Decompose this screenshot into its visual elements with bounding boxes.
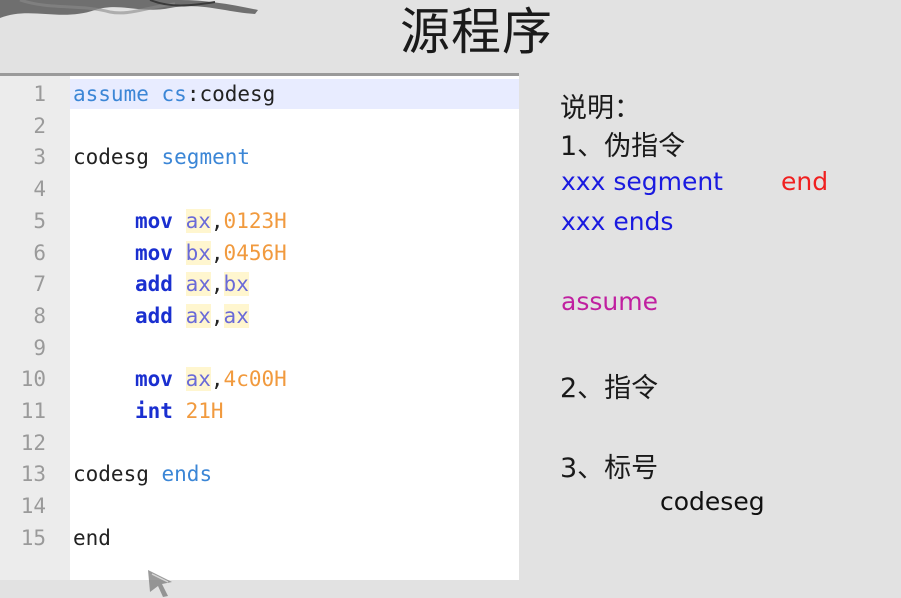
code-text: mov ax,4c00H <box>73 363 287 395</box>
line-number: 2 <box>33 113 46 138</box>
code-token: end <box>73 525 111 550</box>
code-token: :codesg <box>186 82 276 106</box>
line-number: 10 <box>20 367 46 392</box>
ink-wash-decoration <box>0 0 258 18</box>
notes-item-pseudo-instruction: 1、伪指令 <box>560 131 686 162</box>
code-line[interactable]: 7 add ax,bx <box>0 268 519 300</box>
line-number: 9 <box>33 335 46 360</box>
code-text: mov bx,0456H <box>73 237 287 269</box>
code-token: codesg <box>73 462 149 487</box>
notes-label-example: codeseg <box>660 487 765 516</box>
code-token: , <box>210 272 224 297</box>
code-line[interactable]: 8 add ax,ax <box>0 300 519 332</box>
code-text: codesg ends <box>73 458 212 490</box>
code-token: mov <box>135 208 173 233</box>
code-editor[interactable]: 1 assume cs:codesg 2 3 codesg segment 4 5 mov a… <box>0 73 519 597</box>
code-token: , <box>210 303 224 328</box>
code-token: 4c00H <box>223 367 287 392</box>
code-token: , <box>210 240 224 265</box>
code-text: int 21H <box>73 395 224 427</box>
code-line[interactable]: 10 mov ax,4c00H <box>0 363 519 395</box>
line-number: 11 <box>20 399 46 423</box>
code-token: int <box>135 399 173 423</box>
code-token: 21H <box>185 399 224 423</box>
notes-segment-directive: xxx segment <box>561 167 723 196</box>
line-number: 4 <box>33 177 46 202</box>
code-line[interactable]: 14 <box>0 490 519 522</box>
code-text: end <box>73 522 111 554</box>
line-number: 12 <box>20 430 46 455</box>
notes-heading: 说明： <box>560 93 641 124</box>
code-token: ends <box>161 462 213 487</box>
mouse-cursor-icon <box>148 570 172 597</box>
notes-panel: 说明： 1、伪指令 xxx segment end xxx ends assum… <box>560 0 900 590</box>
code-line[interactable]: 6 mov bx,0456H <box>0 237 519 269</box>
code-line[interactable]: 4 <box>0 173 519 205</box>
line-number: 7 <box>33 272 46 297</box>
code-token: , <box>210 367 224 392</box>
notes-assume-directive: assume <box>561 287 658 316</box>
code-token: bx <box>185 240 211 265</box>
code-text: assume cs:codesg <box>73 78 275 110</box>
line-number: 15 <box>20 525 46 550</box>
notes-ends-directive: xxx ends <box>561 207 674 236</box>
code-token: add <box>135 303 173 328</box>
code-line[interactable]: 9 <box>0 332 519 364</box>
code-token: add <box>135 272 173 297</box>
code-line[interactable]: 13 codesg ends <box>0 458 519 490</box>
code-token: ax <box>185 367 211 392</box>
line-number: 6 <box>33 240 46 265</box>
line-number: 5 <box>33 208 46 233</box>
code-text: codesg segment <box>73 141 250 173</box>
code-line[interactable]: 11 int 21H <box>0 395 519 427</box>
code-line[interactable]: 3 codesg segment <box>0 141 519 173</box>
code-token: cs <box>161 82 187 106</box>
notes-item-label: 3、标号 <box>560 453 659 484</box>
code-token: 0123H <box>223 208 287 233</box>
line-number: 14 <box>20 494 46 519</box>
code-line[interactable]: 1 assume cs:codesg <box>0 78 519 110</box>
code-text: add ax,ax <box>73 300 249 332</box>
code-token: ax <box>185 303 211 328</box>
line-number: 3 <box>33 145 46 170</box>
code-token: 0456H <box>223 240 287 265</box>
code-token: bx <box>223 272 249 297</box>
code-token: mov <box>135 367 173 392</box>
code-line[interactable]: 12 <box>0 427 519 459</box>
notes-item-instruction: 2、指令 <box>560 373 659 404</box>
notes-end-directive: end <box>781 167 829 196</box>
code-token: codesg <box>73 145 149 170</box>
slide-title: 源程序 <box>400 3 553 61</box>
code-token: assume <box>73 82 149 106</box>
code-text: mov ax,0123H <box>73 205 287 237</box>
line-number: 13 <box>20 462 46 487</box>
code-token: ax <box>223 303 249 328</box>
code-line[interactable]: 15 end <box>0 522 519 554</box>
code-token: , <box>210 208 224 233</box>
line-number: 8 <box>33 303 46 328</box>
code-text: add ax,bx <box>73 268 249 300</box>
code-token: ax <box>185 208 211 233</box>
code-line[interactable]: 5 mov ax,0123H <box>0 205 519 237</box>
code-token: mov <box>135 240 173 265</box>
code-token: ax <box>185 272 211 297</box>
line-number: 1 <box>33 82 46 106</box>
code-token: segment <box>161 145 251 170</box>
code-line[interactable]: 2 <box>0 110 519 142</box>
